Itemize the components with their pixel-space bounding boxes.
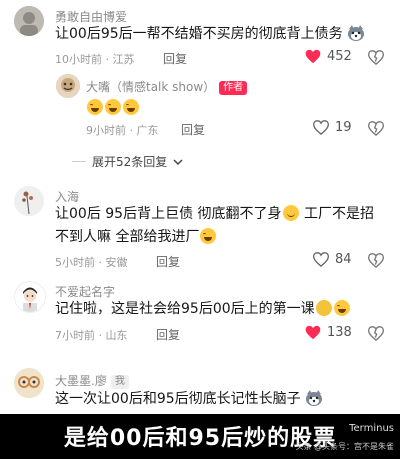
reply-button[interactable]: 回复 <box>156 326 180 343</box>
avatar-image <box>15 282 45 312</box>
heart-outline-icon <box>313 120 329 135</box>
dislike-broken-heart-icon[interactable] <box>368 50 384 65</box>
expand-divider <box>72 161 86 162</box>
reply-emojis <box>86 97 140 116</box>
laugh-emoji-icon <box>200 228 217 244</box>
reply-button[interactable]: 回复 <box>156 253 180 270</box>
heart-outline-icon <box>313 252 329 267</box>
smile-emoji-icon <box>282 205 299 221</box>
avatar[interactable] <box>14 368 44 398</box>
comment-text: 记住啦，这是社会给95后00后上的第一课 <box>55 298 351 321</box>
avatar-image <box>14 186 44 216</box>
heart-filled-icon <box>305 49 321 64</box>
comment-text-body: 这一次让00后和95后彻底长记性长脑子 <box>55 391 301 407</box>
username[interactable]: 大墨墨.廖我 <box>55 372 129 389</box>
avatar-image <box>14 368 44 398</box>
reply-reply-button[interactable]: 回复 <box>181 121 205 138</box>
comment-text-body: 让00后95后一帮不结婚不买房的彻底背上债务 <box>55 26 343 42</box>
heart-filled-icon <box>305 325 321 340</box>
like-button[interactable]: 452 <box>305 49 352 64</box>
reply-like-count: 19 <box>335 120 352 135</box>
expand-label: 展开52条回复 <box>92 155 168 169</box>
reply-avatar-image <box>56 74 80 98</box>
self-badge: 我 <box>110 375 129 389</box>
reply-button[interactable]: 回复 <box>163 50 187 67</box>
avatar[interactable] <box>14 6 44 36</box>
like-count: 138 <box>327 325 352 340</box>
reply-username[interactable]: 大嘴（情感talk show） 作者 <box>86 78 248 95</box>
husky-emoji-icon <box>306 390 323 406</box>
comment-text: 让00后95后一帮不结婚不买房的彻底背上债务 <box>55 23 365 46</box>
husky-emoji-icon <box>348 25 365 41</box>
like-button[interactable]: 84 <box>313 252 352 267</box>
reply-meta: 9小时前 · 广东 <box>86 124 159 137</box>
dislike-broken-heart-icon[interactable] <box>368 121 384 136</box>
comment-text-part: 工厂不是招 <box>299 206 374 222</box>
reply-like-button[interactable]: 19 <box>313 120 352 135</box>
comment-text-body: 记住啦，这是社会给95后00后上的第一课 <box>55 301 315 317</box>
comment-text-line-2: 不到人嘛 全部给我进厂 <box>55 226 390 249</box>
dislike-broken-heart-icon[interactable] <box>368 326 384 341</box>
laugh-emoji-icon <box>333 300 350 316</box>
watermark-logo: Terminus <box>349 423 394 434</box>
like-count: 84 <box>335 252 352 267</box>
comment-meta: 10小时前 · 江苏 <box>55 53 135 66</box>
comment-meta: 7小时前 · 山东 <box>55 329 128 342</box>
reply-avatar[interactable] <box>56 74 80 98</box>
comment-text: 让00后 95后背上巨债 彻底翻不了身 工厂不是招 不到人嘛 全部给我进厂 <box>55 203 390 249</box>
laugh-emoji-icon <box>105 99 121 115</box>
avatar-image <box>14 6 44 36</box>
comment-meta: 5小时前 · 安徽 <box>55 256 128 269</box>
author-badge: 作者 <box>219 81 248 95</box>
comment-text-line-1: 让00后 95后背上巨债 彻底翻不了身 工厂不是招 <box>55 203 390 226</box>
comment-text-part: 让00后 95后背上巨债 彻底翻不了身 <box>55 206 282 222</box>
avatar[interactable] <box>14 281 46 313</box>
like-button[interactable]: 138 <box>305 325 352 340</box>
expand-replies-button[interactable]: 展开52条回复 <box>72 153 183 170</box>
like-count: 452 <box>327 49 352 64</box>
comment-text: 这一次让00后和95后彻底长记性长脑子 <box>55 388 323 411</box>
watermark-text: 头条 @头条号：宫不是朱雀 <box>295 442 394 451</box>
thinking-emoji-icon <box>315 300 332 316</box>
chevron-down-icon <box>173 159 183 166</box>
comment-text-part: 不到人嘛 全部给我进厂 <box>55 229 200 245</box>
avatar[interactable] <box>14 186 44 216</box>
dislike-broken-heart-icon[interactable] <box>368 253 384 268</box>
reply-username-text: 大嘴（情感talk show） <box>86 80 216 94</box>
laugh-emoji-icon <box>87 99 103 115</box>
username-text: 大墨墨.廖 <box>55 374 107 388</box>
laugh-emoji-icon <box>123 99 139 115</box>
